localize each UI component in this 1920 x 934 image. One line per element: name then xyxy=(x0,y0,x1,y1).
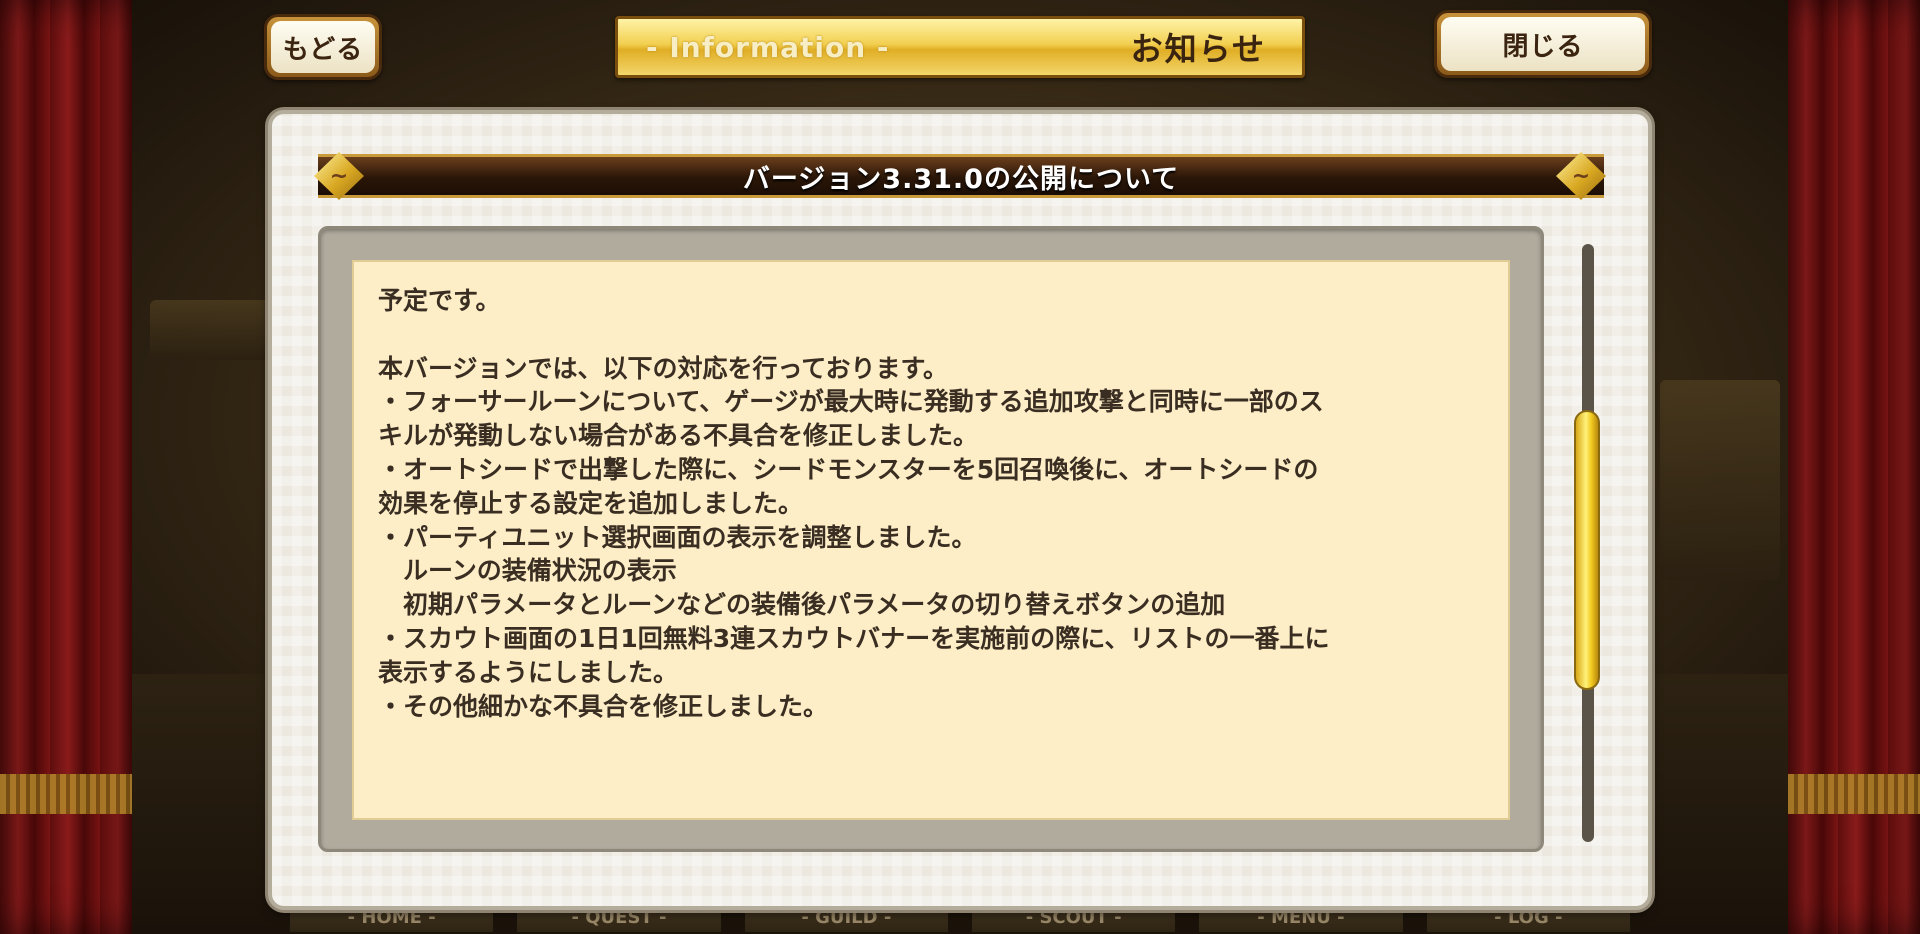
curtain-fringe-left xyxy=(0,774,132,814)
header-title: お知らせ xyxy=(1130,30,1266,68)
curtain-fringe-right xyxy=(1788,774,1920,814)
content-fade-overlay xyxy=(354,758,1508,818)
back-button[interactable]: もどる xyxy=(264,14,382,80)
header-banner: - Information - お知らせ xyxy=(615,16,1305,78)
close-button-label: 閉じる xyxy=(1441,17,1645,71)
notice-body-text: 予定です。 本バージョンでは、以下の対応を行っております。 ・フォーサールーンに… xyxy=(378,286,1330,721)
scrollbar-thumb[interactable] xyxy=(1574,410,1600,690)
close-button[interactable]: 閉じる xyxy=(1434,10,1652,78)
notice-title-ribbon: バージョン3.31.0の公開について xyxy=(318,154,1604,198)
back-button-label: もどる xyxy=(271,21,375,73)
notice-title: バージョン3.31.0の公開について xyxy=(742,163,1180,195)
background-shelf xyxy=(1660,380,1780,580)
game-screen: - HOME - - QUEST - - GUILD - - SCOUT - -… xyxy=(0,0,1920,934)
header-subtitle: - Information - xyxy=(646,30,890,64)
notice-content-area[interactable]: 予定です。 本バージョンでは、以下の対応を行っております。 ・フォーサールーンに… xyxy=(352,260,1510,820)
